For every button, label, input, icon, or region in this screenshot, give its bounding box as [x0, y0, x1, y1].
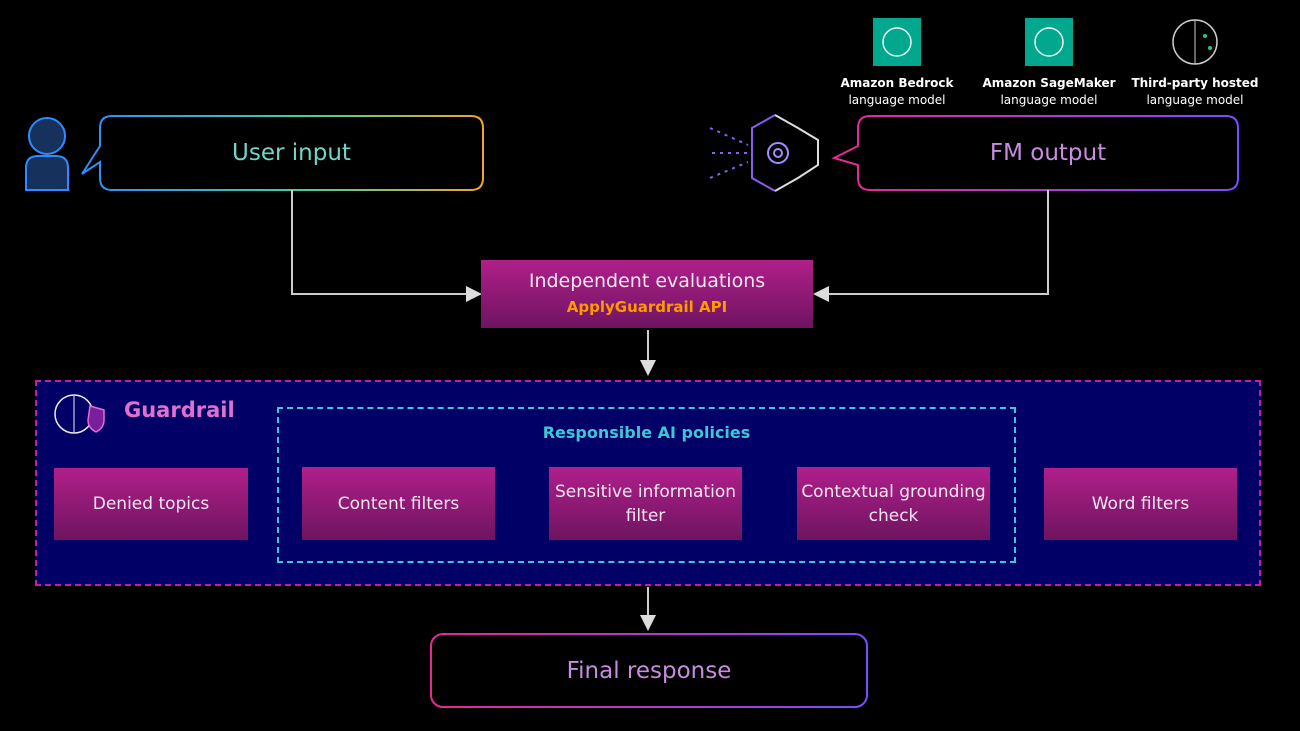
connectors [25, 18, 1239, 708]
responsible-ai-title: Responsible AI policies [542, 423, 751, 442]
guardrail-label: Guardrail [124, 398, 235, 422]
independent-evaluations-box: Independent evaluations ApplyGuardrail A… [481, 260, 813, 328]
model-sub: language model [1146, 93, 1244, 107]
denied-topics-box: Denied topics [54, 468, 248, 540]
fm-output-label: FM output [989, 140, 1107, 166]
guardrail-diagram: Amazon Bedrock language model Amazon Sage… [0, 0, 1300, 731]
model-name: Amazon Bedrock [840, 76, 954, 90]
fm-to-eval-arrow [813, 190, 1049, 302]
model-name: Amazon SageMaker [982, 76, 1116, 90]
model-sub: language model [848, 93, 946, 107]
user-icon [25, 117, 69, 191]
user-input-label: User input [232, 140, 351, 166]
word-filters-box: Word filters [1044, 468, 1237, 540]
contextual-grounding-check-box: Contextual grounding check [797, 467, 990, 540]
content-filters-box: Content filters [302, 467, 495, 540]
sensitive-information-filter-box: Sensitive information filter [549, 467, 742, 540]
brain-outline-icon [1172, 19, 1218, 65]
model-label-bedrock: Amazon Bedrock language model [827, 75, 967, 109]
model-label-sagemaker: Amazon SageMaker language model [979, 75, 1119, 109]
brain-icon [1025, 18, 1073, 66]
final-response-label: Final response [566, 657, 732, 684]
foundation-model-icon [709, 114, 819, 192]
model-name: Third-party hosted [1131, 76, 1259, 90]
user-to-eval-arrow [291, 190, 482, 302]
model-label-third-party: Third-party hosted language model [1125, 75, 1265, 109]
apply-guardrail-api: ApplyGuardrail API [566, 298, 728, 316]
brain-chip-icon [873, 18, 921, 66]
guardrail-brain-shield-icon [54, 394, 105, 434]
evaluations-title: Independent evaluations [528, 270, 766, 292]
model-sub: language model [1000, 93, 1098, 107]
